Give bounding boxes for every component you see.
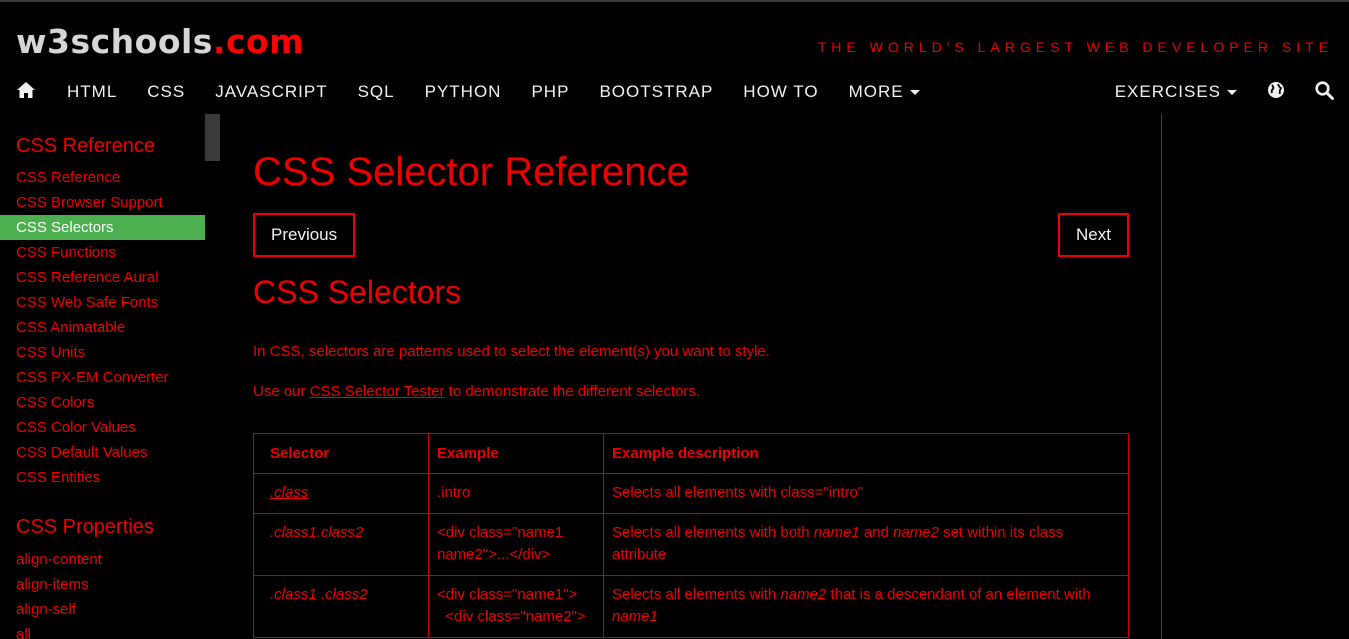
globe-icon <box>1268 82 1284 98</box>
nav-sql[interactable]: SQL <box>343 70 410 114</box>
sidebar: CSS Reference CSS Reference CSS Browser … <box>0 114 205 639</box>
nav-exercises[interactable]: EXERCISES <box>1100 70 1252 114</box>
table-row: .class1 .class2 <div class="name1"> <div… <box>253 575 1129 638</box>
caret-down-icon <box>1227 90 1237 96</box>
nav-more[interactable]: MORE <box>834 70 935 114</box>
logo-w3-text: w3schools <box>16 22 213 61</box>
table-header-selector: Selector <box>253 433 429 474</box>
sidebar-link-units[interactable]: CSS Units <box>0 340 205 365</box>
site-tagline: THE WORLD'S LARGEST WEB DEVELOPER SITE <box>817 39 1333 55</box>
selector-tester-link[interactable]: CSS Selector Tester <box>310 383 445 400</box>
search-button[interactable] <box>1300 70 1349 114</box>
sidebar-link-browser-support[interactable]: CSS Browser Support <box>0 190 205 215</box>
description-cell: Selects all elements with class="intro" <box>603 473 1129 514</box>
caret-down-icon <box>909 90 920 96</box>
nav-more-label: MORE <box>848 82 904 101</box>
selector-link[interactable]: .class <box>270 484 308 501</box>
example-cell: <div class="name1"> <div class="name2"> <box>428 575 604 638</box>
nav-bootstrap[interactable]: BOOTSTRAP <box>584 70 728 114</box>
sidebar-link-animatable[interactable]: CSS Animatable <box>0 315 205 340</box>
main-content: CSS Selector Reference Previous Next CSS… <box>253 114 1129 638</box>
nav-php[interactable]: PHP <box>516 70 584 114</box>
sidebar-link-color-values[interactable]: CSS Color Values <box>0 415 205 440</box>
previous-button[interactable]: Previous <box>253 213 356 257</box>
page-title: CSS Selector Reference <box>253 150 689 194</box>
selector-cell: .class <box>253 473 429 514</box>
tester-prefix: Use our <box>253 383 310 400</box>
nav-javascript[interactable]: JAVASCRIPT <box>200 70 342 114</box>
tester-paragraph: Use our CSS Selector Tester to demonstra… <box>253 381 1129 403</box>
sidebar-link-functions[interactable]: CSS Functions <box>0 240 205 265</box>
example-cell: <div class="name1 name2">...</div> <box>428 513 604 576</box>
description-cell: Selects all elements with name2 that is … <box>603 575 1129 638</box>
sidebar-link-align-items[interactable]: align-items <box>0 572 205 597</box>
nav-how-to[interactable]: HOW TO <box>728 70 833 114</box>
sidebar-link-align-content[interactable]: align-content <box>0 547 205 572</box>
intro-paragraph: In CSS, selectors are patterns used to s… <box>253 343 770 360</box>
globe-button[interactable] <box>1252 70 1300 114</box>
section-title: CSS Selectors <box>253 274 462 310</box>
sidebar-link-web-safe-fonts[interactable]: CSS Web Safe Fonts <box>0 290 205 315</box>
nav-css[interactable]: CSS <box>132 70 200 114</box>
table-header-description: Example description <box>603 433 1129 474</box>
next-button[interactable]: Next <box>1058 213 1129 257</box>
sidebar-link-colors[interactable]: CSS Colors <box>0 390 205 415</box>
home-icon <box>17 82 35 98</box>
sidebar-link-selectors[interactable]: CSS Selectors <box>0 215 205 240</box>
site-logo[interactable]: w3schools.com <box>16 22 304 61</box>
sidebar-scrollbar-thumb[interactable] <box>205 114 220 161</box>
prev-next-bar: Previous Next <box>253 213 1129 257</box>
table-header-example: Example <box>428 433 604 474</box>
nav-python[interactable]: PYTHON <box>410 70 517 114</box>
home-link[interactable] <box>0 70 52 114</box>
tester-suffix: to demonstrate the different selectors. <box>444 383 701 400</box>
search-icon <box>1315 81 1334 100</box>
nav-html[interactable]: HTML <box>52 70 132 114</box>
description-cell: Selects all elements with both name1 and… <box>603 513 1129 576</box>
table-row: .class1.class2 <div class="name1 name2">… <box>253 513 1129 576</box>
selector-cell: .class1.class2 <box>253 513 429 576</box>
logo-com-text: .com <box>212 22 305 61</box>
right-column-divider <box>1161 114 1162 639</box>
sidebar-link-align-self[interactable]: align-self <box>0 597 205 622</box>
table-header-row: Selector Example Example description <box>253 433 1129 474</box>
top-border <box>0 0 1349 2</box>
nav-exercises-label: EXERCISES <box>1114 82 1221 101</box>
sidebar-link-px-em-converter[interactable]: CSS PX-EM Converter <box>0 365 205 390</box>
sidebar-link-css-reference[interactable]: CSS Reference <box>0 165 205 190</box>
sidebar-link-aural[interactable]: CSS Reference Aural <box>0 265 205 290</box>
table-row: .class .intro Selects all elements with … <box>253 473 1129 514</box>
selectors-table: Selector Example Example description .cl… <box>253 433 1129 638</box>
example-cell: .intro <box>428 473 604 514</box>
top-navigation: HTML CSS JAVASCRIPT SQL PYTHON PHP BOOTS… <box>0 70 1349 114</box>
sidebar-link-entities[interactable]: CSS Entities <box>0 465 205 490</box>
sidebar-link-default-values[interactable]: CSS Default Values <box>0 440 205 465</box>
sidebar-link-all[interactable]: all <box>0 622 205 639</box>
sidebar-heading-properties: CSS Properties <box>16 516 154 538</box>
sidebar-heading-reference: CSS Reference <box>16 135 155 157</box>
selector-cell: .class1 .class2 <box>253 575 429 638</box>
